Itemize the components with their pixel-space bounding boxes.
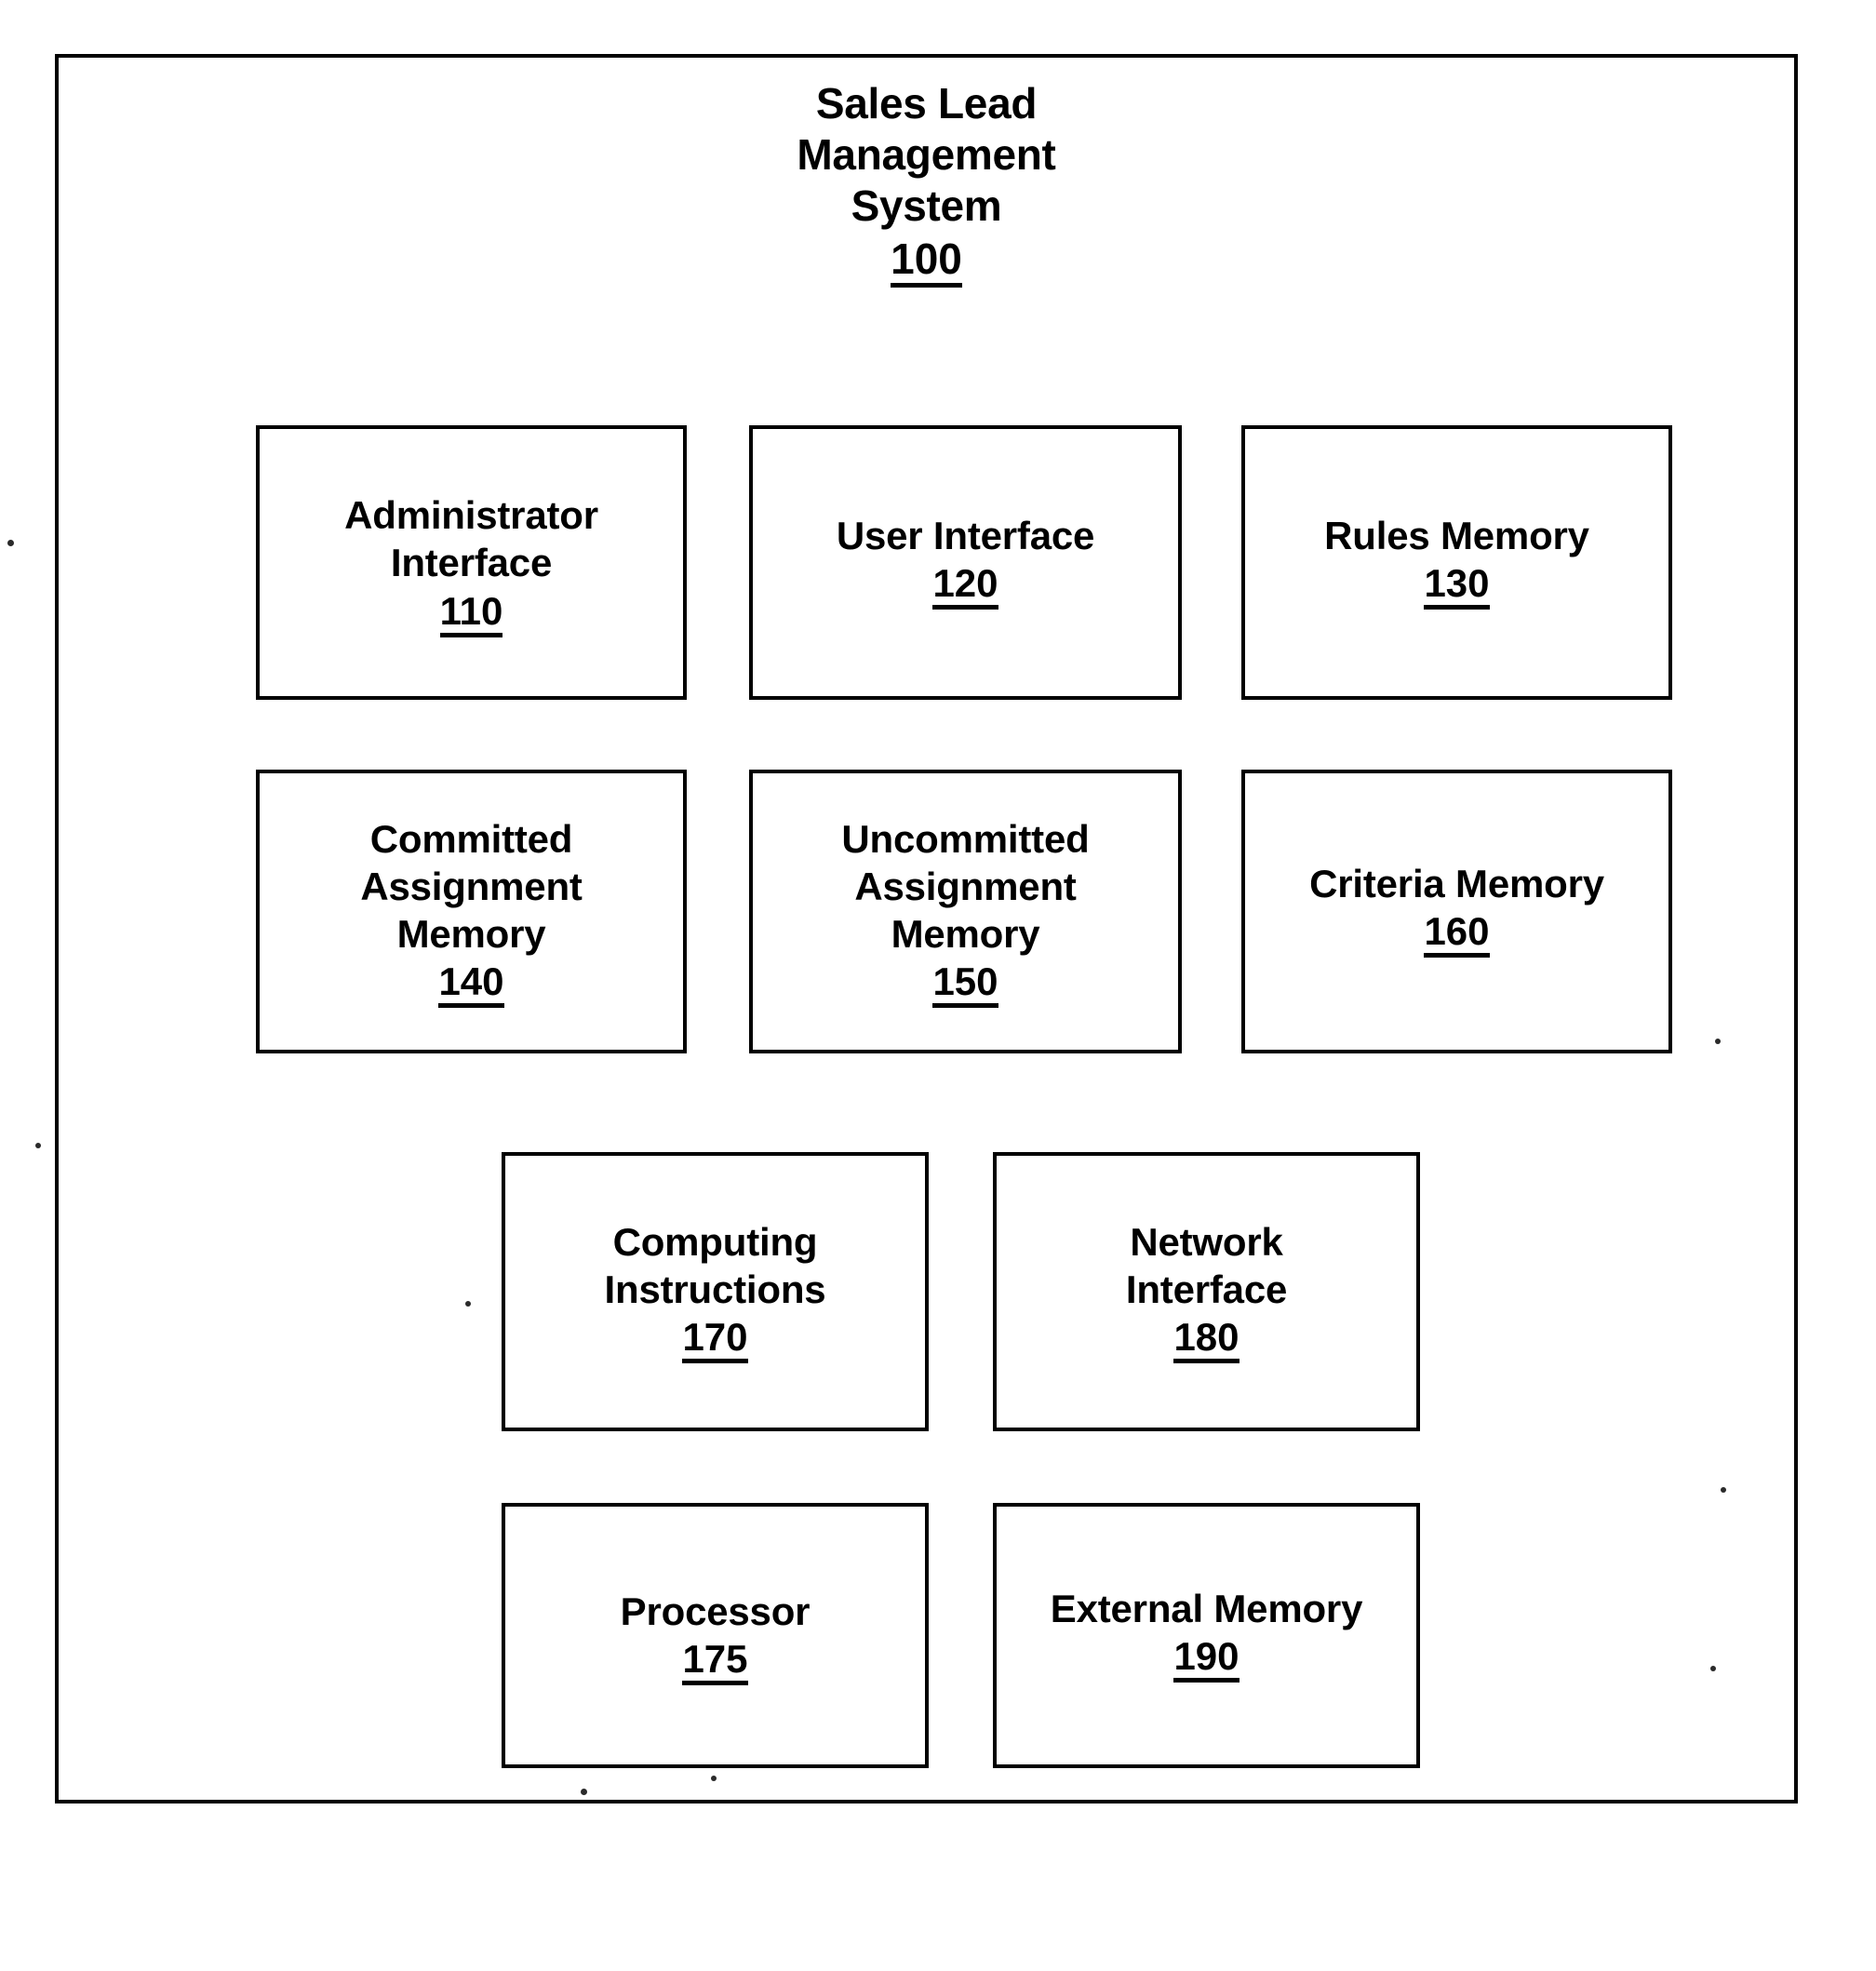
component-reference-numeral: 150 xyxy=(932,960,998,1009)
component-box-content: Processor 175 xyxy=(620,1588,811,1686)
component-box-content: Computing Instructions 170 xyxy=(605,1218,826,1364)
system-title-line-1: Sales Lead xyxy=(815,79,1038,127)
component-label: Committed Assignment Memory xyxy=(360,816,583,957)
component-reference-numeral: 180 xyxy=(1173,1315,1240,1364)
component-reference-numeral: 160 xyxy=(1424,909,1490,959)
component-box-content: Administrator Interface 110 xyxy=(344,491,598,637)
component-box-rules-memory: Rules Memory 130 xyxy=(1241,425,1672,700)
component-label: Processor xyxy=(620,1589,811,1633)
patent-figure: Sales Lead Management System 100 Adminis… xyxy=(0,0,1876,1971)
component-label: Network Interface xyxy=(1125,1219,1288,1311)
component-box-uncommitted-assignment-memory: Uncommitted Assignment Memory 150 xyxy=(749,770,1182,1053)
system-title-line-2: Management xyxy=(797,130,1056,180)
component-box-external-memory: External Memory 190 xyxy=(993,1503,1420,1768)
component-label: Rules Memory xyxy=(1324,513,1589,557)
scan-speckle xyxy=(1715,1039,1721,1044)
component-label: Uncommitted Assignment Memory xyxy=(841,816,1090,957)
component-box-content: Rules Memory 130 xyxy=(1324,512,1589,610)
scan-speckle xyxy=(7,540,14,546)
component-reference-numeral: 190 xyxy=(1173,1634,1240,1683)
component-label: External Memory xyxy=(1050,1586,1363,1630)
component-reference-numeral: 110 xyxy=(439,589,503,637)
component-box-network-interface: Network Interface 180 xyxy=(993,1152,1420,1431)
component-reference-numeral: 130 xyxy=(1424,561,1490,610)
component-box-criteria-memory: Criteria Memory 160 xyxy=(1241,770,1672,1053)
component-box-content: Committed Assignment Memory 140 xyxy=(360,815,583,1009)
scan-speckle xyxy=(1721,1487,1726,1493)
system-reference-numeral-wrap: 100 xyxy=(59,235,1794,288)
component-box-content: Criteria Memory 160 xyxy=(1309,860,1604,959)
system-boundary-box: Sales Lead Management System 100 Adminis… xyxy=(55,54,1798,1803)
component-box-user-interface: User Interface 120 xyxy=(749,425,1182,700)
scan-speckle xyxy=(711,1776,717,1781)
component-reference-numeral: 140 xyxy=(438,960,504,1009)
system-title-line-3: System xyxy=(851,181,1002,231)
component-box-computing-instructions: Computing Instructions 170 xyxy=(502,1152,929,1431)
scan-speckle xyxy=(35,1143,41,1148)
system-reference-numeral: 100 xyxy=(891,235,962,288)
component-box-content: External Memory 190 xyxy=(1051,1585,1362,1683)
component-label: Computing Instructions xyxy=(604,1219,826,1311)
component-box-administrator-interface: Administrator Interface 110 xyxy=(256,425,687,700)
component-label: User Interface xyxy=(836,513,1095,557)
component-box-content: Uncommitted Assignment Memory 150 xyxy=(841,815,1090,1009)
component-reference-numeral: 170 xyxy=(682,1315,748,1364)
system-title-block: Sales Lead Management System 100 xyxy=(59,78,1794,288)
scan-speckle xyxy=(1710,1666,1716,1671)
component-reference-numeral: 175 xyxy=(682,1637,748,1686)
component-box-content: User Interface 120 xyxy=(837,512,1094,610)
scan-speckle xyxy=(465,1301,471,1307)
component-box-committed-assignment-memory: Committed Assignment Memory 140 xyxy=(256,770,687,1053)
component-box-processor: Processor 175 xyxy=(502,1503,929,1768)
component-reference-numeral: 120 xyxy=(932,561,998,610)
component-label: Administrator Interface xyxy=(344,493,598,585)
scan-speckle xyxy=(581,1789,587,1795)
component-box-content: Network Interface 180 xyxy=(1126,1218,1287,1364)
component-label: Criteria Memory xyxy=(1309,861,1604,905)
